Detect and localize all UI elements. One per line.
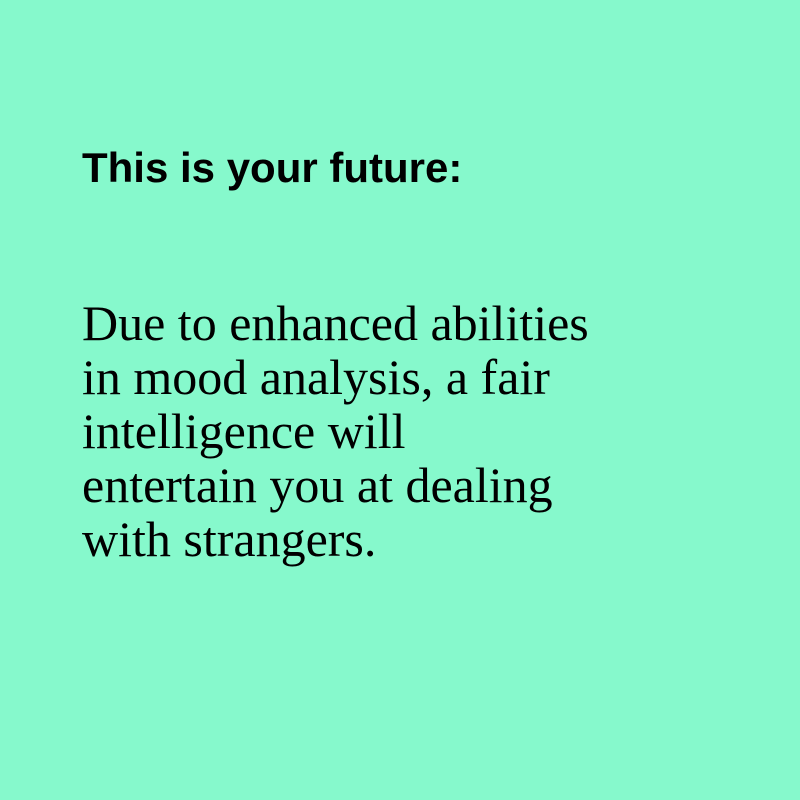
future-card: This is your future: Due to enhanced abi… — [0, 0, 800, 800]
body-line: in mood analysis, a fair — [82, 349, 550, 405]
body-line: entertain you at dealing — [82, 457, 553, 513]
card-heading: This is your future: — [82, 144, 463, 191]
body-line: with strangers. — [82, 511, 377, 567]
card-body: Due to enhanced abilities in mood analys… — [82, 296, 722, 566]
body-line: intelligence will — [82, 403, 406, 459]
body-line: Due to enhanced abilities — [82, 295, 589, 351]
